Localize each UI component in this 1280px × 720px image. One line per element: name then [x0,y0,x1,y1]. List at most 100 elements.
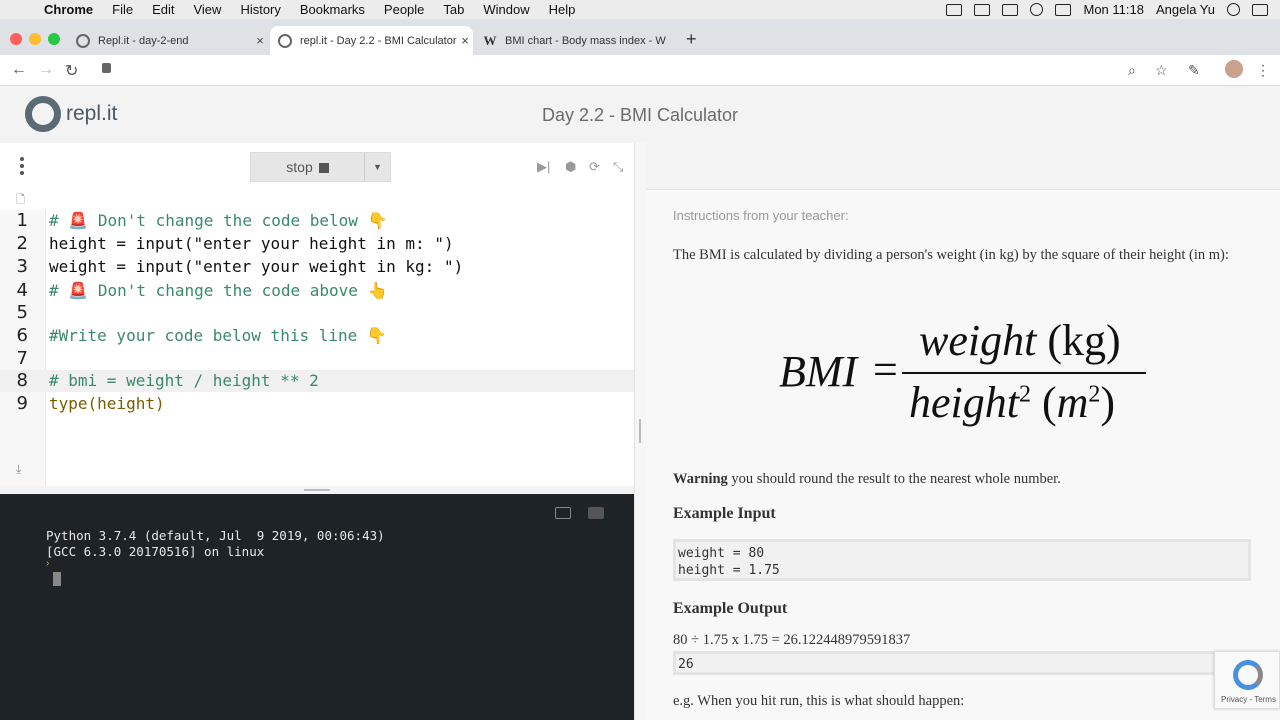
calculation-line: 80 ÷ 1.75 x 1.75 = 26.122448979591837 [673,632,911,648]
maximize-window-button[interactable] [48,33,60,45]
chevron-down-icon[interactable]: ▼ [364,153,390,181]
code-line[interactable]: 2 height = input("enter your height in m:… [0,233,634,255]
download-icon[interactable]: ⤓ [16,462,21,477]
siri-icon[interactable] [1227,3,1240,16]
formula-lhs: BMI [779,347,858,396]
close-window-button[interactable] [10,33,22,45]
menu-bookmarks[interactable]: Bookmarks [300,2,365,17]
menu-window[interactable]: Window [483,2,529,17]
refresh-icon[interactable]: ⟳ [589,159,600,175]
editor-toolbar: stop ▼ ▶| ⬢ ⟳ ⤡ [0,143,634,188]
step-icon[interactable]: ▶| [537,159,550,175]
file-bar: 🗋 [0,188,634,210]
tab-title: Repl.it - day-2-end [98,34,189,47]
stop-button[interactable]: stop ▼ [250,152,391,182]
close-tab-icon[interactable]: × [252,33,268,48]
menu-tab[interactable]: Tab [443,2,464,17]
package-icon[interactable]: ⬢ [565,159,576,175]
formula-equals: = [873,345,898,394]
file-icon[interactable]: 🗋 [16,191,25,210]
editor-console-splitter[interactable] [0,486,634,494]
more-menu-icon[interactable]: ⋮ [1256,62,1270,79]
close-tab-icon[interactable]: × [457,33,473,48]
code-line[interactable]: 5 [0,302,634,324]
line-number: 8 [16,370,28,391]
code-line[interactable]: 1 # 🚨 Don't change the code below 👇 [0,210,634,232]
example-input-code: weight = 80 height = 1.75 [673,539,1251,581]
back-arrow-icon[interactable]: ← [11,61,27,79]
menu-file[interactable]: File [112,2,133,17]
example-input-heading: Example Input [673,505,776,522]
line-number: 2 [16,233,28,254]
menu-history[interactable]: History [240,2,280,17]
console-panel[interactable]: Python 3.7.4 (default, Jul 9 2019, 00:06… [0,494,634,720]
tab-bmi-chart[interactable]: W BMI chart - Body mass index - W [475,26,673,55]
menu-chrome[interactable]: Chrome [44,2,93,17]
recaptcha-terms[interactable]: Privacy - Terms [1221,695,1276,704]
screen-record-icon[interactable] [946,3,963,16]
formula-denominator: height2 (m2) [909,378,1116,427]
console-clear-icon[interactable] [588,507,604,519]
code-editor[interactable]: 1 # 🚨 Don't change the code below 👇 2 heig… [0,210,634,486]
tab-bmi-calculator[interactable]: repl.it - Day 2.2 - BMI Calculator × [270,26,473,55]
code-line[interactable]: 7 [0,348,634,370]
line-text: # bmi = weight / height ** 2 [49,371,319,390]
run-hint-text: e.g. When you hit run, this is what shou… [673,693,965,709]
repl-header: repl.it Day 2.2 - BMI Calculator [0,86,1280,143]
bmi-formula: BMI = weight (kg) height2 (m2) [779,311,1149,441]
page-title: Day 2.2 - BMI Calculator [541,105,739,125]
extension-icon[interactable]: ✎ [1188,62,1200,79]
browser-toolbar: ← → ↻ ⌕ ☆ ✎ ⋮ [0,55,1280,86]
profile-avatar[interactable] [1225,60,1243,78]
line-text: #Write your code below this line 👇 [49,326,387,345]
line-number: 1 [16,210,28,231]
macos-menu-bar: Chrome File Edit View History Bookmarks … [0,0,1280,19]
line-text: weight = input("enter your weight in kg:… [49,257,464,276]
sidebar-toggle-icon[interactable] [20,157,24,178]
code-line[interactable]: 9 type(height) [0,393,634,415]
menu-edit[interactable]: Edit [152,2,174,17]
pane-divider[interactable] [634,143,646,720]
battery-icon[interactable] [1055,3,1072,16]
airplay-icon[interactable] [974,3,991,16]
code-line[interactable]: 3 weight = input("enter your weight in kg… [0,256,634,278]
instructions-toolbar [646,143,1280,190]
warning-text: Warning you should round the result to t… [673,471,1061,487]
recaptcha-icon [1233,660,1263,690]
menu-help[interactable]: Help [549,2,576,17]
bookmark-star-icon[interactable]: ☆ [1155,62,1168,79]
line-text: # 🚨 Don't change the code above 👆 [49,281,388,300]
bluetooth-icon[interactable] [1002,3,1019,16]
console-expand-icon[interactable] [555,507,571,519]
code-line[interactable]: 4 # 🚨 Don't change the code above 👆 [0,280,634,302]
zoom-icon[interactable]: ⌕ [1128,62,1136,79]
lock-icon [102,63,111,73]
forward-arrow-icon[interactable]: → [38,61,54,79]
address-bar[interactable] [90,57,1180,83]
formula-numerator: weight (kg) [919,316,1121,365]
line-text: # 🚨 Don't change the code below 👇 [49,211,388,230]
instructions-from-label: Instructions from your teacher: [673,208,849,223]
tab-title: repl.it - Day 2.2 - BMI Calculator [300,34,457,47]
fraction-bar [902,372,1146,374]
reload-icon[interactable]: ↻ [65,61,78,81]
code-line-current[interactable]: 8 # bmi = weight / height ** 2 [0,370,634,392]
new-tab-button[interactable]: + [686,29,697,50]
line-number: 4 [16,280,28,301]
fullscreen-icon[interactable]: ⤡ [613,159,623,175]
menubar-user[interactable]: Angela Yu [1156,2,1215,17]
browser-tab-strip: Repl.it - day-2-end × repl.it - Day 2.2 … [0,19,1280,55]
recaptcha-badge[interactable]: Privacy - Terms [1214,651,1280,709]
menubar-clock[interactable]: Mon 11:18 [1083,2,1143,17]
instructions-panel: Instructions from your teacher: The BMI … [646,191,1280,720]
wifi-icon[interactable] [1030,3,1044,16]
example-output-code: 26 [673,651,1251,675]
tab-day-2-end[interactable]: Repl.it - day-2-end × [68,26,268,55]
code-line[interactable]: 6 #Write your code below this line 👇 [0,325,634,347]
instructions-intro: The BMI is calculated by dividing a pers… [673,247,1229,263]
minimize-window-button[interactable] [29,33,41,45]
menu-view[interactable]: View [193,2,221,17]
console-line: Python 3.7.4 (default, Jul 9 2019, 00:06… [46,528,385,543]
control-center-icon[interactable] [1252,3,1268,16]
menu-people[interactable]: People [384,2,424,17]
